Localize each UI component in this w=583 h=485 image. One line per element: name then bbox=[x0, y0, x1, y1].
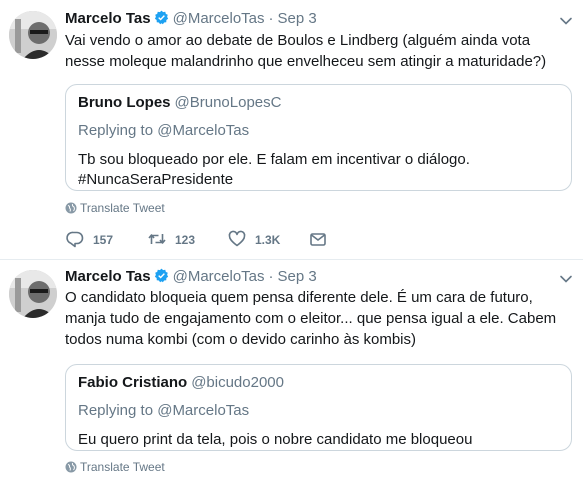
quoted-tweet-header: Bruno Lopes @BrunoLopesC bbox=[78, 93, 559, 113]
avatar-image bbox=[9, 270, 57, 318]
tweet-date[interactable]: Sep 3 bbox=[278, 10, 317, 27]
quoted-tweet-header: Fabio Cristiano @bicudo2000 bbox=[78, 373, 559, 393]
author-handle[interactable]: @MarceloTas bbox=[173, 10, 265, 27]
verified-badge-icon bbox=[154, 268, 169, 288]
reply-icon bbox=[66, 231, 84, 248]
quoted-replying-to: Replying to @MarceloTas bbox=[78, 402, 250, 419]
separator-dot: · bbox=[268, 268, 274, 285]
quoted-replying-to: Replying to @MarceloTas bbox=[78, 122, 250, 139]
chevron-down-icon[interactable] bbox=[559, 272, 573, 286]
tweet-date[interactable]: Sep 3 bbox=[278, 268, 317, 285]
author-name[interactable]: Marcelo Tas bbox=[65, 268, 151, 285]
quoted-tweet[interactable]: Bruno Lopes @BrunoLopesC Replying to @Mar… bbox=[65, 84, 572, 191]
tweet-header: Marcelo Tas @MarceloTas · Sep 3 bbox=[65, 10, 317, 30]
heart-icon bbox=[228, 230, 246, 247]
tweet-text: Vai vendo o amor ao debate de Boulos e L… bbox=[65, 32, 547, 70]
quoted-tweet-text: Eu quero print da tela, pois o nobre can… bbox=[78, 430, 559, 450]
retweet-icon bbox=[148, 234, 166, 244]
translate-tweet-label: Translate Tweet bbox=[80, 201, 165, 215]
quoted-author-handle: @BrunoLopesC bbox=[174, 94, 282, 111]
reply-count: 157 bbox=[93, 233, 114, 247]
quoted-text-line-1: Eu quero print da tela, pois o nobre can… bbox=[78, 431, 473, 448]
quoted-author-handle: @bicudo2000 bbox=[191, 374, 284, 391]
avatar-image bbox=[9, 11, 57, 59]
tweet-2[interactable]: Marcelo Tas @MarceloTas · Sep 3 O candidato… bbox=[0, 260, 583, 485]
quoted-author-name: Bruno Lopes bbox=[78, 94, 171, 111]
author-name[interactable]: Marcelo Tas bbox=[65, 10, 151, 27]
chevron-down-icon[interactable] bbox=[559, 14, 573, 28]
retweet-button[interactable]: 123 bbox=[147, 229, 195, 250]
like-button[interactable]: 1.3K bbox=[227, 229, 280, 250]
tweet-text: O candidato bloqueia quem pensa diferent… bbox=[65, 289, 557, 348]
avatar[interactable] bbox=[9, 270, 57, 318]
quoted-text-line-1: Tb sou bloqueado por ele. E falam em inc… bbox=[78, 151, 470, 168]
quoted-tweet[interactable]: Fabio Cristiano @bicudo2000 Replying to @… bbox=[65, 364, 572, 451]
quoted-tweet-text: Tb sou bloqueado por ele. E falam em inc… bbox=[78, 150, 559, 190]
reply-button[interactable]: 157 bbox=[65, 229, 113, 250]
author-handle[interactable]: @MarceloTas bbox=[173, 268, 265, 285]
tweet-actions: 157 123 1.3K bbox=[65, 229, 465, 249]
translate-tweet-link[interactable]: Translate Tweet bbox=[65, 200, 165, 216]
quoted-author-name: Fabio Cristiano bbox=[78, 374, 188, 391]
translate-tweet-label: Translate Tweet bbox=[80, 460, 165, 474]
separator-dot: · bbox=[268, 10, 274, 27]
quoted-hashtag[interactable]: #NuncaSeraPresidente bbox=[78, 170, 559, 190]
globe-icon bbox=[65, 461, 77, 473]
envelope-icon bbox=[310, 233, 326, 246]
like-count: 1.3K bbox=[255, 233, 281, 247]
globe-icon bbox=[65, 202, 77, 214]
translate-tweet-link[interactable]: Translate Tweet bbox=[65, 459, 165, 475]
tweet-header: Marcelo Tas @MarceloTas · Sep 3 bbox=[65, 268, 317, 288]
direct-message-button[interactable] bbox=[308, 229, 336, 250]
verified-badge-icon bbox=[154, 10, 169, 30]
retweet-count: 123 bbox=[175, 233, 196, 247]
tweet-1[interactable]: Marcelo Tas @MarceloTas · Sep 3 Vai vendo o… bbox=[0, 0, 583, 260]
avatar[interactable] bbox=[9, 11, 57, 59]
